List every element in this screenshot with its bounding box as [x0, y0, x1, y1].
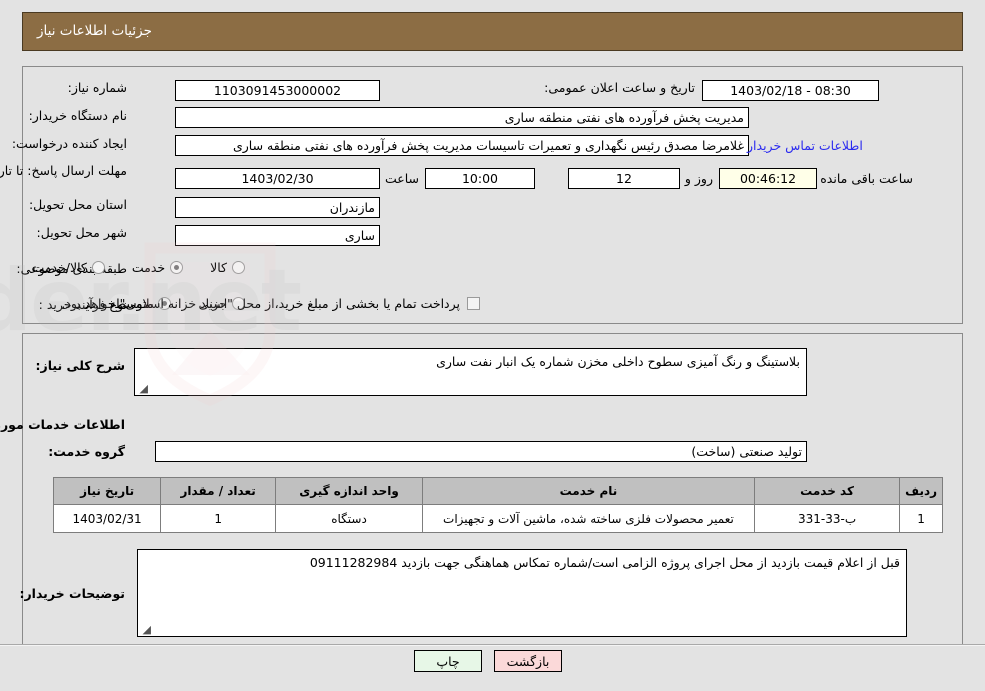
buyer-notes-value: قبل از اعلام قیمت بازدید از محل اجرای پر… — [309, 555, 900, 570]
page-title: جزئیات اطلاعات نیاز — [37, 22, 152, 39]
category-radio-group: کالا خدمت کالا/خدمت — [10, 260, 245, 275]
services-table: ردیف کد خدمت نام خدمت واحد اندازه گیری ت… — [52, 477, 943, 533]
page-root: AnaTender.net جزئیات اطلاعات نیاز شماره … — [0, 0, 985, 691]
cell-date: 1403/02/31 — [52, 504, 162, 533]
announce-datetime-label-wrap: تاریخ و ساعت اعلان عمومی: — [544, 80, 695, 95]
th-radif: ردیف — [899, 477, 943, 505]
th-date: تاریخ نیاز — [52, 477, 162, 505]
countdown-value: 00:46:12 — [719, 168, 817, 189]
cell-unit: دستگاه — [275, 504, 423, 533]
resize-grip-icon-notes[interactable]: ◢ — [140, 624, 151, 635]
radio-circle-kala-khedmat[interactable] — [91, 261, 105, 274]
requester-value: غلامرضا مصدق رئیس نگهداری و تعمیرات تاسی… — [175, 135, 749, 156]
remaining-hours-label: ساعت باقی مانده — [820, 171, 913, 186]
general-desc-label: شرح کلی نیاز: — [35, 358, 125, 373]
deadline-time-value: 10:00 — [425, 168, 535, 189]
days-remaining-value: 12 — [568, 168, 680, 189]
treasury-checkbox[interactable] — [467, 297, 480, 310]
province-value: مازندران — [175, 197, 380, 218]
category-radio-khedmat[interactable]: خدمت — [131, 260, 184, 275]
buyer-org-value: مدیریت پخش فرآورده های نفتی منطقه ساری — [175, 107, 749, 128]
category-option-label-0: کالا — [210, 260, 227, 275]
treasury-text: پرداخت تمام یا بخشی از مبلغ خرید،از محل … — [61, 296, 460, 311]
general-desc-value: بلاستینگ و رنگ آمیزی سطوح داخلی مخزن شما… — [436, 354, 800, 369]
window-title-bar: جزئیات اطلاعات نیاز — [22, 12, 963, 51]
city-value: ساری — [175, 225, 380, 246]
th-qty: تعداد / مقدار — [160, 477, 277, 505]
cell-name: تعمیر محصولات فلزی ساخته شده، ماشین آلات… — [421, 504, 755, 533]
table-header-row: ردیف کد خدمت نام خدمت واحد اندازه گیری ت… — [52, 477, 943, 505]
cell-qty: 1 — [160, 504, 277, 533]
need-number-label: شماره نیاز: — [67, 80, 127, 95]
general-desc-textarea[interactable]: بلاستینگ و رنگ آمیزی سطوح داخلی مخزن شما… — [134, 348, 807, 396]
buyer-org-label: نام دستگاه خریدار: — [28, 108, 127, 123]
th-unit: واحد اندازه گیری — [275, 477, 423, 505]
days-label: روز و — [684, 171, 713, 186]
radio-circle-khedmat[interactable] — [170, 261, 184, 274]
category-option-label-1: خدمت — [131, 260, 166, 275]
service-group-value: تولید صنعتی (ساخت) — [155, 441, 807, 462]
hour-label: ساعت — [384, 171, 419, 186]
deadline-label: مهلت ارسال پاسخ: تا تاریخ: — [0, 163, 127, 178]
cell-radif: 1 — [899, 504, 943, 533]
deadline-date-value: 1403/02/30 — [175, 168, 380, 189]
buyer-contact-link[interactable]: اطلاعات تماس خریدار — [747, 138, 863, 153]
need-summary-panel — [22, 66, 963, 324]
province-label: استان محل تحویل: — [28, 197, 127, 212]
deadline-label-wrap: مهلت ارسال پاسخ: تا تاریخ: — [0, 163, 127, 178]
cell-code: ب-33-331 — [753, 504, 901, 533]
service-group-label: گروه خدمت: — [48, 444, 125, 459]
treasury-checkbox-row[interactable]: پرداخت تمام یا بخشی از مبلغ خرید،از محل … — [61, 296, 480, 311]
need-number-label-wrap: شماره نیاز: — [68, 80, 127, 95]
requester-label-wrap: ایجاد کننده درخواست: — [12, 136, 127, 151]
category-radio-kala[interactable]: کالا — [210, 260, 245, 275]
print-button[interactable]: چاپ — [414, 650, 482, 672]
resize-grip-icon[interactable]: ◢ — [137, 383, 148, 394]
city-label: شهر محل تحویل: — [36, 225, 127, 240]
need-number-value: 1103091453000002 — [175, 80, 380, 101]
buyer-notes-label: توضیحات خریدار: — [19, 586, 125, 601]
buyer-notes-textarea[interactable]: قبل از اعلام قیمت بازدید از محل اجرای پر… — [137, 549, 907, 637]
services-info-heading: اطلاعات خدمات مورد نیاز — [0, 417, 125, 432]
footer-divider — [0, 644, 985, 646]
province-label-wrap: استان محل تحویل: — [29, 197, 127, 212]
th-name: نام خدمت — [421, 477, 755, 505]
announce-datetime-value: 08:30 - 1403/02/18 — [702, 80, 879, 101]
radio-circle-kala[interactable] — [232, 261, 245, 274]
table-row: 1 ب-33-331 تعمیر محصولات فلزی ساخته شده،… — [52, 504, 943, 533]
city-label-wrap: شهر محل تحویل: — [37, 225, 127, 240]
th-code: کد خدمت — [753, 477, 901, 505]
back-button[interactable]: بازگشت — [494, 650, 562, 672]
announce-datetime-label: تاریخ و ساعت اعلان عمومی: — [544, 80, 695, 95]
buyer-org-label-wrap: نام دستگاه خریدار: — [29, 108, 127, 123]
category-option-label-2: کالا/خدمت — [32, 260, 87, 275]
requester-label: ایجاد کننده درخواست: — [11, 136, 127, 151]
category-radio-kala-khedmat[interactable]: کالا/خدمت — [32, 260, 105, 275]
